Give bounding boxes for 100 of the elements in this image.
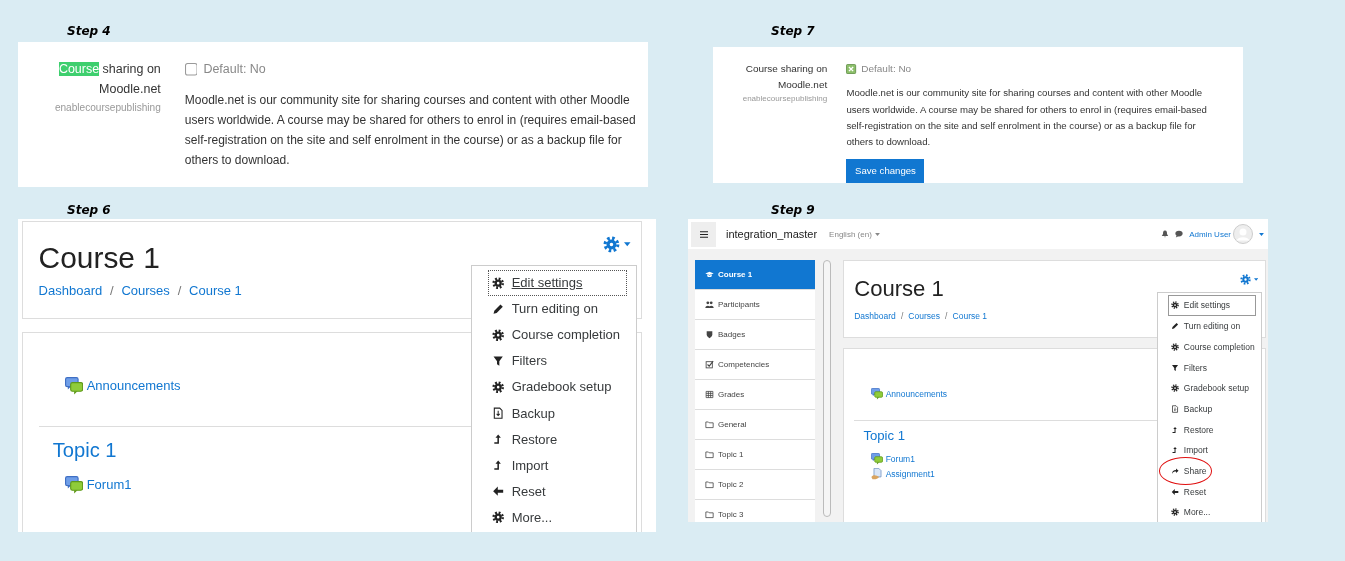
breadcrumb-link[interactable]: Course 1 [952, 310, 988, 321]
menu-button[interactable] [691, 221, 716, 247]
setting-title: Course sharing on Moodle.net [744, 62, 828, 93]
up-arrow-icon [491, 432, 504, 446]
pencil-icon [491, 302, 504, 315]
menu-item[interactable]: Gradebook setup [1167, 377, 1256, 399]
sidebar-item[interactable]: Badges [695, 320, 815, 349]
breadcrumb-link[interactable]: Dashboard [854, 310, 896, 321]
site-name[interactable]: integration_master [726, 228, 818, 240]
sidebar-item[interactable]: Competencies [695, 350, 815, 379]
setting-title: Course sharing on Moodle.net [57, 61, 161, 98]
step-label: Step 7 [770, 23, 815, 40]
sidebar-item[interactable]: Topic 2 [695, 470, 815, 499]
menu-item[interactable]: Reset [487, 478, 627, 505]
chat-bubbles-icon [64, 475, 83, 494]
breadcrumb-link[interactable]: Course 1 [189, 282, 242, 298]
menu-item[interactable]: More... [1167, 502, 1256, 522]
menu-item[interactable]: Import [1167, 439, 1256, 461]
setting-key: enablecoursepublishing [18, 99, 161, 116]
menu-item[interactable]: Course completion [1167, 336, 1256, 358]
sidebar-item[interactable]: General [695, 410, 815, 439]
breadcrumb-separator: / [177, 282, 182, 298]
pencil-icon [1170, 322, 1179, 331]
save-button[interactable]: Save changes [846, 158, 925, 183]
menu-item[interactable]: Restore [1167, 419, 1256, 440]
sidebar-item[interactable]: Participants [695, 290, 815, 319]
menu-item[interactable]: Edit settings [487, 269, 627, 296]
menu-item[interactable]: Edit settings [1167, 295, 1256, 316]
setting-description: Moodle.net is our community site for sharing courses and content with other Moodle users worldwide. A course may be shared for others to enrol in (requires email-based self-registration on the site and self enrolment in the course) or as a backup file for others to download. [846, 86, 1208, 149]
menu-item[interactable]: Restore [487, 426, 627, 453]
caret-icon [874, 232, 880, 236]
chat-bubbles-icon [64, 376, 83, 395]
gear-icon [1170, 301, 1179, 310]
caret-icon[interactable] [1259, 232, 1264, 236]
gear-icon [491, 380, 504, 394]
sidebar-item[interactable]: Grades [695, 380, 815, 409]
menu-item[interactable]: Course completion [487, 321, 627, 348]
folder-icon [705, 480, 714, 489]
menu-item[interactable]: Import [487, 452, 627, 479]
settings-button[interactable] [603, 236, 631, 254]
folder-icon [705, 420, 714, 429]
setting-description: Moodle.net is our community site for sharing courses and content with other Moodle users worldwide. A course may be shared for others to enrol in (requires email-based self-registration on the site and self enrolment in the course) or as a backup file for others to download. [184, 92, 637, 170]
folder-icon [705, 450, 714, 459]
chat-bubbles-icon [871, 452, 884, 465]
curved-arrow-icon [1170, 466, 1179, 475]
menu-item[interactable]: Turn editing on [487, 295, 627, 322]
menu-item[interactable]: Filters [1167, 357, 1256, 378]
menu-item[interactable]: Reset [1167, 481, 1256, 502]
step-label: Step 9 [770, 202, 815, 219]
activity-link[interactable]: Assignment1 [871, 466, 935, 482]
menu-item[interactable]: Turn editing on [1167, 315, 1256, 337]
step-label: Step 6 [66, 202, 111, 219]
breadcrumb-link[interactable]: Courses [908, 310, 940, 321]
menu-item[interactable]: Filters [487, 347, 627, 374]
menu-item[interactable]: Backup [487, 400, 627, 427]
language-menu[interactable]: English (en) [829, 229, 880, 239]
checkbox[interactable] [184, 63, 198, 76]
graduation-cap-icon [705, 270, 714, 279]
setting-key: enablecoursepublishing [713, 93, 828, 106]
table-icon [705, 390, 714, 399]
gear-icon [491, 276, 504, 289]
sidebar-item[interactable]: Course 1 [695, 260, 815, 289]
checkbox-icon [705, 360, 714, 369]
bell-icon[interactable] [1161, 230, 1170, 238]
activity-link[interactable]: Forum1 [871, 451, 915, 467]
activity-link[interactable]: Forum1 [64, 473, 132, 497]
gear-icon [1170, 384, 1179, 393]
settings-button[interactable] [1240, 273, 1259, 285]
breadcrumb-link[interactable]: Dashboard [38, 282, 103, 298]
breadcrumb-separator: / [945, 310, 948, 321]
activity-link[interactable]: Announcements [64, 374, 181, 398]
user-name-link[interactable]: Admin User [1189, 229, 1231, 239]
users-icon [705, 300, 714, 309]
menu-item[interactable]: Backup [1167, 398, 1256, 420]
activity-link[interactable]: Announcements [871, 385, 948, 402]
left-arrow-icon [491, 485, 504, 498]
shield-icon [705, 330, 714, 339]
chat-icon[interactable] [1175, 230, 1184, 238]
up-arrow-icon [1170, 425, 1179, 434]
folder-icon [705, 510, 714, 519]
default-hint: Default: No [861, 62, 912, 77]
breadcrumb-link[interactable]: Courses [121, 282, 170, 298]
menu-item[interactable]: Share [1167, 460, 1210, 482]
gear-icon [491, 511, 504, 524]
document-icon [491, 406, 504, 420]
chat-bubbles-icon [871, 387, 884, 400]
document-icon [1170, 404, 1179, 413]
caret-icon [1253, 277, 1259, 281]
left-arrow-icon [1170, 487, 1179, 496]
sidebar-item[interactable]: Topic 3 [695, 500, 815, 522]
sidebar-item[interactable]: Topic 1 [695, 440, 815, 469]
breadcrumb-separator: / [900, 310, 904, 321]
funnel-icon [1170, 363, 1179, 372]
checkbox[interactable] [846, 64, 857, 75]
course-title: Course 1 [38, 239, 160, 276]
menu-item[interactable]: More... [487, 504, 627, 531]
gear-icon [1170, 342, 1179, 351]
menu-item[interactable]: Gradebook setup [487, 373, 627, 400]
course-title: Course 1 [854, 274, 944, 303]
scrollbar[interactable] [823, 260, 831, 517]
